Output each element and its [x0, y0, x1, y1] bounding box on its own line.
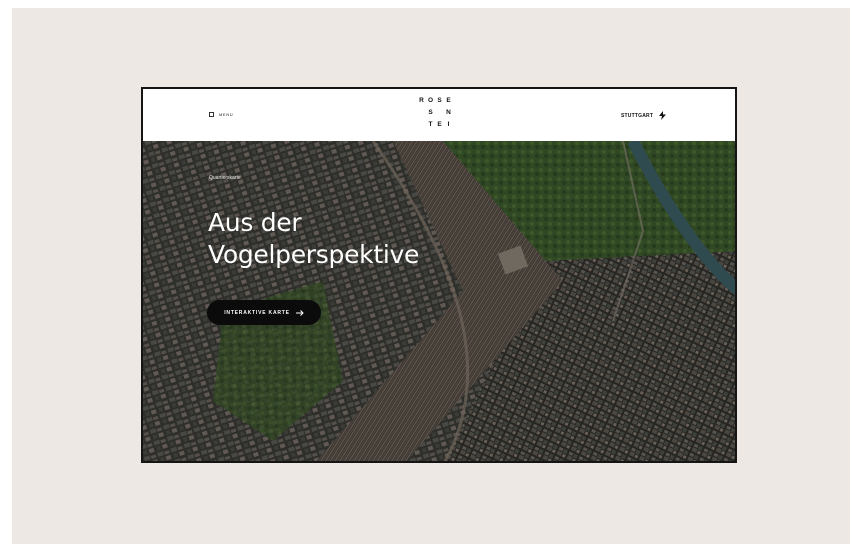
logo-letter — [435, 109, 444, 121]
logo-letter: E — [446, 97, 451, 104]
site-header: MENÜ R O S E S N T E I STUTTGART — [143, 89, 735, 141]
logo-letter: I — [447, 121, 450, 128]
city-label: STUTTGART — [621, 112, 654, 119]
logo-letter: T — [428, 121, 433, 128]
logo-letter — [417, 109, 426, 121]
headline-line: Vogelperspektive — [208, 240, 420, 269]
city-selector[interactable]: STUTTGART — [621, 111, 667, 120]
logo-letter: S — [437, 97, 442, 104]
lightning-icon — [659, 111, 667, 120]
logo-letter: S — [428, 109, 433, 116]
menu-label: MENÜ — [219, 112, 234, 117]
hero-headline: Aus der Vogelperspektive — [208, 207, 419, 271]
arrow-right-icon — [295, 309, 304, 316]
logo-letter: O — [427, 97, 434, 104]
headline-line: Aus der — [208, 208, 302, 237]
menu-button[interactable]: MENÜ — [209, 112, 233, 117]
logo-letter — [417, 121, 426, 133]
interactive-map-button[interactable]: INTERAKTIVE KARTE — [207, 300, 321, 325]
cta-label: INTERAKTIVE KARTE — [224, 309, 290, 316]
square-menu-icon — [209, 112, 214, 117]
logo-letter: R — [419, 97, 424, 104]
logo-letter: N — [446, 109, 451, 116]
hero-eyebrow: Quartierskarte — [209, 175, 241, 181]
logo-letter: E — [437, 121, 442, 128]
rosenstein-logo[interactable]: R O S E S N T E I — [417, 97, 453, 133]
website-mockup-frame: MENÜ R O S E S N T E I STUTTGART Quartie… — [141, 87, 737, 463]
